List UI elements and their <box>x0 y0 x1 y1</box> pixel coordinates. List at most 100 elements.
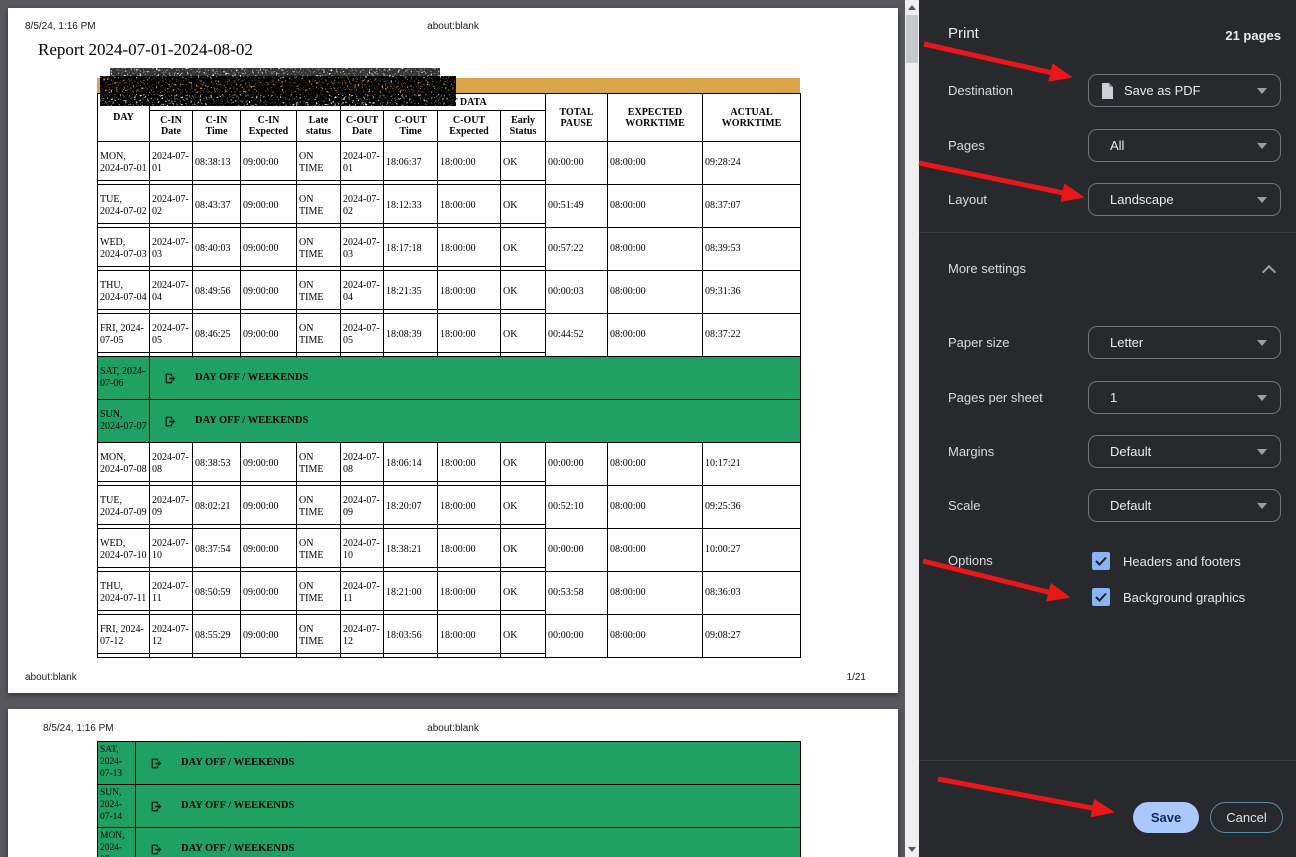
chevron-down-icon <box>1257 197 1267 203</box>
table-cell: 2024-07-12 <box>341 615 384 658</box>
scale-value: Default <box>1110 498 1151 513</box>
page-header-url: about:blank <box>8 723 898 734</box>
table-row: MON, 2024-07-012024-07-0108:38:1309:00:0… <box>98 142 801 185</box>
margins-select[interactable]: Default <box>1088 435 1281 468</box>
table-cell: OK <box>501 615 546 658</box>
table-cell: 18:00:00 <box>438 228 501 271</box>
logout-icon <box>164 415 177 428</box>
day-cell: WED, 2024-07-03 <box>98 228 150 271</box>
table-cell: 08:00:00 <box>608 185 703 228</box>
table-cell: 08:00:00 <box>608 271 703 314</box>
table-cell: OK <box>501 142 546 185</box>
day-cell: SUN, 2024-07-07 <box>98 400 150 443</box>
margins-label: Margins <box>948 435 994 468</box>
option-headers-and-footers[interactable]: Headers and footers <box>1092 552 1241 570</box>
table-cell: OK <box>501 228 546 271</box>
panel-title: Print <box>948 25 979 42</box>
table-cell: 2024-07-11 <box>341 572 384 615</box>
layout-select[interactable]: Landscape <box>1088 183 1281 216</box>
col-cin-expected: C-IN Expected <box>241 111 297 142</box>
option-background-graphics[interactable]: Background graphics <box>1092 588 1245 606</box>
layout-label: Layout <box>948 183 987 216</box>
table-cell: 2024-07-03 <box>341 228 384 271</box>
preview-scrollbar[interactable] <box>905 0 919 857</box>
table-cell: 2024-07-05 <box>341 314 384 357</box>
dayoff-label: DAY OFF / WEEKENDS <box>181 756 294 769</box>
field-destination: Destination Save as PDF <box>948 74 1281 107</box>
table-cell: 08:00:00 <box>608 486 703 529</box>
paper-size-select[interactable]: Letter <box>1088 326 1281 359</box>
table-cell: ON TIME <box>297 486 341 529</box>
page-number-indicator: 1/21 <box>847 672 866 683</box>
table-cell: 18:21:35 <box>384 271 438 314</box>
destination-select[interactable]: Save as PDF <box>1088 74 1281 107</box>
col-cin-time: C-IN Time <box>193 111 241 142</box>
table-cell: 09:00:00 <box>241 228 297 271</box>
report-table-body: MON, 2024-07-012024-07-0108:38:1309:00:0… <box>98 142 801 658</box>
checkbox-checked-icon[interactable] <box>1092 552 1110 570</box>
table-cell: ON TIME <box>297 271 341 314</box>
options-label: Options <box>948 552 993 570</box>
field-pages: Pages All <box>948 129 1281 162</box>
logout-icon <box>164 372 177 385</box>
pages-per-sheet-select[interactable]: 1 <box>1088 381 1281 414</box>
pdf-document-icon <box>1101 83 1114 99</box>
background-graphics-label: Background graphics <box>1123 590 1245 605</box>
cancel-button[interactable]: Cancel <box>1210 802 1283 833</box>
table-cell: 2024-07-04 <box>341 271 384 314</box>
logout-icon <box>150 757 163 770</box>
table-cell: 2024-07-01 <box>341 142 384 185</box>
scrollbar-thumb[interactable] <box>906 15 918 63</box>
table-cell: 08:00:00 <box>608 314 703 357</box>
table-cell: 08:00:00 <box>608 572 703 615</box>
day-cell: TUE, 2024-07-02 <box>98 185 150 228</box>
table-cell: 08:37:54 <box>193 529 241 572</box>
scrollbar-up-icon[interactable] <box>908 5 916 10</box>
more-settings-toggle[interactable]: More settings <box>919 250 1296 288</box>
table-cell: 18:00:00 <box>438 443 501 486</box>
checkbox-checked-icon[interactable] <box>1092 588 1110 606</box>
table-cell: 2024-07-11 <box>150 572 193 615</box>
pages-per-sheet-label: Pages per sheet <box>948 381 1043 414</box>
layout-value: Landscape <box>1110 192 1174 207</box>
save-button[interactable]: Save <box>1133 802 1199 833</box>
headers-and-footers-label: Headers and footers <box>1123 554 1241 569</box>
field-margins: Margins Default <box>948 435 1281 468</box>
table-cell: 2024-07-01 <box>150 142 193 185</box>
table-cell: 08:55:29 <box>193 615 241 658</box>
field-pages-per-sheet: Pages per sheet 1 <box>948 381 1281 414</box>
pages-select[interactable]: All <box>1088 129 1281 162</box>
table-cell: 00:00:00 <box>546 142 608 185</box>
table-row: TUE, 2024-07-092024-07-0908:02:2109:00:0… <box>98 486 801 529</box>
chevron-down-icon <box>1257 143 1267 149</box>
table-row: THU, 2024-07-112024-07-1108:50:5909:00:0… <box>98 572 801 615</box>
table-cell: 08:50:59 <box>193 572 241 615</box>
table-cell: 08:00:00 <box>608 228 703 271</box>
preview-page-1: 8/5/24, 1:16 PM about:blank Report 2024-… <box>8 8 898 693</box>
dayoff-row: SUN, 2024-07-14DAY OFF / WEEKENDS <box>98 785 801 828</box>
table-cell: 09:00:00 <box>241 271 297 314</box>
table-cell: OK <box>501 529 546 572</box>
table-cell: 2024-07-02 <box>341 185 384 228</box>
scale-label: Scale <box>948 489 981 522</box>
day-cell: SAT, 2024-07-06 <box>98 357 150 400</box>
table-cell: 00:51:49 <box>546 185 608 228</box>
scrollbar-down-icon[interactable] <box>908 847 916 852</box>
report-banner <box>97 78 800 93</box>
col-total-pause: TOTAL PAUSE <box>546 94 608 142</box>
margins-value: Default <box>1110 444 1151 459</box>
paper-size-label: Paper size <box>948 326 1009 359</box>
print-preview-area[interactable]: 8/5/24, 1:16 PM about:blank Report 2024-… <box>0 0 905 857</box>
pages-per-sheet-value: 1 <box>1110 390 1117 405</box>
divider <box>919 760 1296 761</box>
table-cell: 08:46:25 <box>193 314 241 357</box>
table-row: MON, 2024-07-082024-07-0808:38:5309:00:0… <box>98 443 801 486</box>
table-cell: 08:38:13 <box>193 142 241 185</box>
col-cin-date: C-IN Date <box>150 111 193 142</box>
table-cell: 18:08:39 <box>384 314 438 357</box>
day-cell: SUN, 2024-07-14 <box>98 785 136 828</box>
table-cell: 09:25:36 <box>703 486 801 529</box>
dayoff-label: DAY OFF / WEEKENDS <box>195 371 308 384</box>
scale-select[interactable]: Default <box>1088 489 1281 522</box>
col-cout-date: C-OUT Date <box>341 111 384 142</box>
